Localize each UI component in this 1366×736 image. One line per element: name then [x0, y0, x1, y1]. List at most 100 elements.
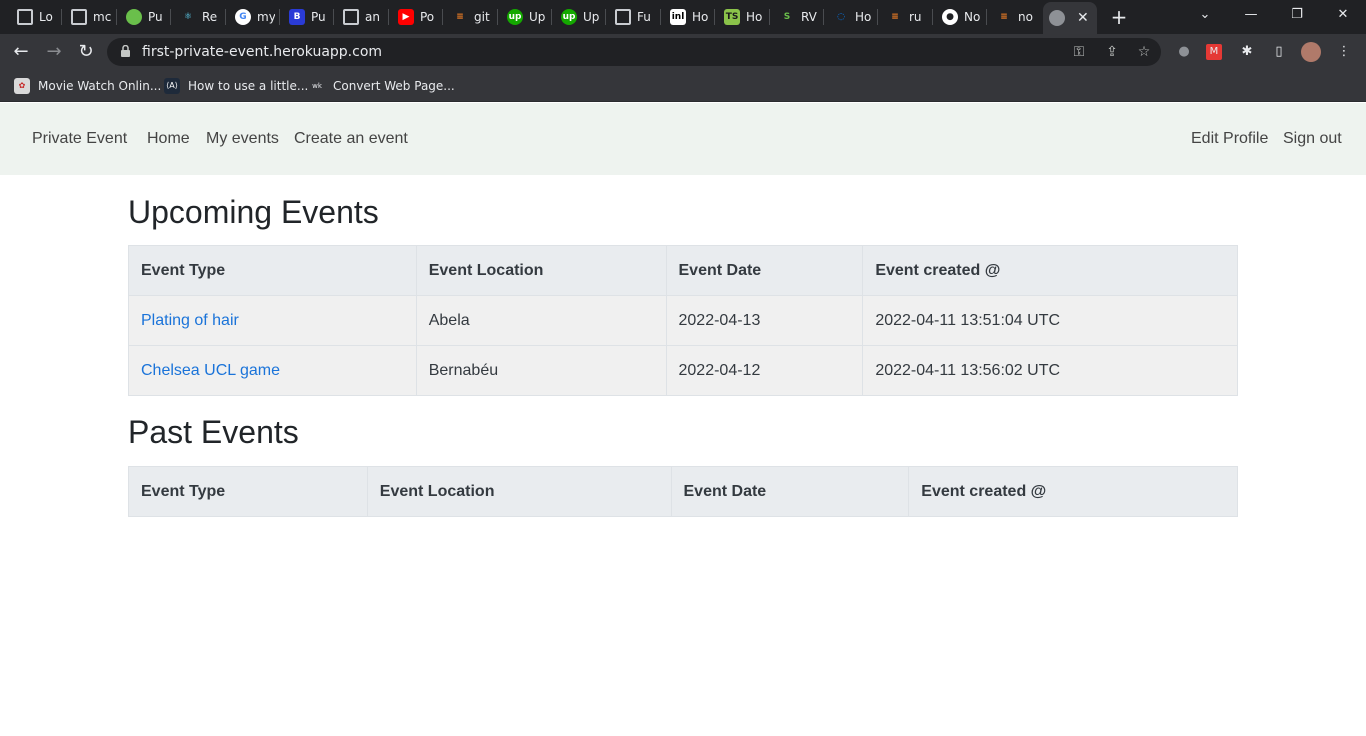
minimize-button[interactable]: — [1228, 0, 1274, 30]
tab-separator [61, 9, 62, 25]
event-created-cell: 2022-04-11 13:51:04 UTC [862, 295, 1238, 346]
reload-button[interactable]: ↻ [74, 40, 98, 64]
tab-separator [333, 9, 334, 25]
generic-page-icon [71, 9, 87, 25]
event-link[interactable]: Plating of hair [141, 312, 239, 329]
tab-title: Fu [637, 10, 651, 24]
back-button[interactable]: ← [9, 40, 33, 64]
site-navbar: Private Event Home My events Create an e… [0, 103, 1366, 175]
tab-title: Po [420, 10, 435, 24]
inl-icon: inl [670, 9, 686, 25]
browser-tab[interactable]: up Up [555, 4, 601, 30]
table-header-row: Event Type Event Location Event Date Eve… [128, 245, 1238, 296]
browser-tab[interactable]: B Pu [283, 4, 329, 30]
browser-tab[interactable]: an [337, 4, 383, 30]
tab-search-icon[interactable]: ⌄ [1182, 0, 1228, 30]
tab-title: Ho [692, 10, 709, 24]
generic-page-icon [615, 9, 631, 25]
nav-link-sign-out[interactable]: Sign out [1283, 130, 1342, 148]
tab-separator [170, 9, 171, 25]
past-events-table: Event Type Event Location Event Date Eve… [128, 466, 1238, 517]
browser-tab[interactable]: Gmy [229, 4, 275, 30]
upcoming-events-table: Event Type Event Location Event Date Eve… [128, 245, 1238, 396]
stackoverflow-icon: ≡ [456, 12, 464, 22]
tab-title: Pu [311, 10, 326, 24]
tab-separator [660, 9, 661, 25]
bookmark-label: Movie Watch Onlin... [38, 79, 162, 93]
navbar-brand[interactable]: Private Event [32, 130, 127, 148]
nav-link-my-events[interactable]: My events [206, 130, 279, 148]
browser-tab-strip: Lo mc Pu ⚛ Re Gmy B Pu an ▶ Po ≡ git up Up up Up Fu inl Ho T… [0, 0, 1366, 34]
browser-tab[interactable]: ◌ Ho [827, 4, 873, 30]
tab-separator [932, 9, 933, 25]
nav-link-home[interactable]: Home [147, 130, 190, 148]
event-date-cell: 2022-04-13 [665, 295, 864, 346]
bookmark-item[interactable]: ⟨A⟩ How to use a little... [164, 77, 308, 95]
browser-tab[interactable]: S RV [773, 4, 819, 30]
nav-link-create-event[interactable]: Create an event [294, 130, 408, 148]
url-text[interactable]: first-private-event.herokuapp.com [142, 44, 382, 60]
browser-tab[interactable]: Fu [609, 4, 655, 30]
tab-title: mc [93, 10, 111, 24]
browser-tab[interactable]: ≡ no [990, 4, 1036, 30]
bookmark-label: How to use a little... [188, 79, 309, 93]
forward-button[interactable]: → [42, 40, 66, 64]
upcoming-events-title: Upcoming Events [128, 194, 379, 230]
tab-separator [388, 9, 389, 25]
tab-title: Ho [746, 10, 763, 24]
browser-tab[interactable]: Lo [11, 4, 57, 30]
close-window-button[interactable]: ✕ [1320, 0, 1366, 30]
bookmark-star-icon[interactable]: ☆ [1135, 43, 1153, 61]
tab-title: Re [202, 10, 218, 24]
past-events-title: Past Events [128, 414, 299, 450]
tab-separator [714, 9, 715, 25]
upwork-icon: up [507, 9, 523, 25]
browser-toolbar: ← → ↻ first-private-event.herokuapp.com … [0, 34, 1366, 70]
column-header-event-type: Event Type [128, 245, 417, 296]
tab-separator [877, 9, 878, 25]
tab-separator [116, 9, 117, 25]
bookmark-item[interactable]: ✿ Movie Watch Onlin... [14, 77, 161, 95]
upwork-icon: up [561, 9, 577, 25]
extension-red-icon[interactable]: M [1206, 44, 1222, 60]
browser-tab[interactable]: inl Ho [664, 4, 710, 30]
table-row: Chelsea UCL game Bernabéu 2022-04-12 202… [128, 345, 1238, 396]
side-panel-icon[interactable]: ▯ [1269, 42, 1289, 62]
stackoverflow-icon: ≡ [891, 12, 899, 22]
event-type-cell: Plating of hair [128, 295, 417, 346]
restore-button[interactable]: ❐ [1274, 0, 1320, 30]
bookmark-item[interactable]: wk Convert Web Page... [309, 77, 455, 95]
extension-hat-icon[interactable]: ● [1174, 42, 1194, 62]
event-link[interactable]: Chelsea UCL game [141, 362, 280, 379]
browser-tab[interactable]: up Up [501, 4, 547, 30]
browser-tab[interactable]: ▶ Po [392, 4, 438, 30]
new-tab-button[interactable]: + [1108, 6, 1130, 28]
tab-title: an [365, 10, 380, 24]
tab-title: Ho [855, 10, 872, 24]
generic-page-icon [17, 9, 33, 25]
leaf-icon [126, 9, 142, 25]
browser-tab[interactable]: ● No [936, 4, 982, 30]
browser-tab[interactable]: Pu [120, 4, 166, 30]
tab-active[interactable]: ✕ [1043, 2, 1097, 34]
tab-title: RV [801, 10, 817, 24]
browser-tab[interactable]: mc [65, 4, 111, 30]
browser-tab[interactable]: TS Ho [718, 4, 764, 30]
browser-tab[interactable]: ≡ git [446, 4, 492, 30]
react-icon: ⚛ [183, 12, 193, 22]
browser-tab[interactable]: ⚛ Re [174, 4, 220, 30]
address-bar[interactable]: first-private-event.herokuapp.com ⚿ ⇪ ☆ [107, 38, 1161, 66]
browser-tab[interactable]: ≡ ru [881, 4, 927, 30]
tab-title: my [257, 10, 275, 24]
extensions-puzzle-icon[interactable]: ✱ [1237, 42, 1257, 62]
key-icon[interactable]: ⚿ [1070, 43, 1088, 61]
film-icon: ✿ [14, 78, 30, 94]
table-header-row: Event Type Event Location Event Date Eve… [128, 466, 1238, 517]
nav-link-edit-profile[interactable]: Edit Profile [1191, 130, 1268, 148]
share-icon[interactable]: ⇪ [1103, 43, 1121, 61]
column-header-event-location: Event Location [415, 245, 667, 296]
close-tab-icon[interactable]: ✕ [1077, 10, 1089, 26]
browser-menu-icon[interactable]: ⋮ [1334, 42, 1354, 62]
tab-title: Up [583, 10, 600, 24]
profile-avatar[interactable] [1301, 42, 1321, 62]
